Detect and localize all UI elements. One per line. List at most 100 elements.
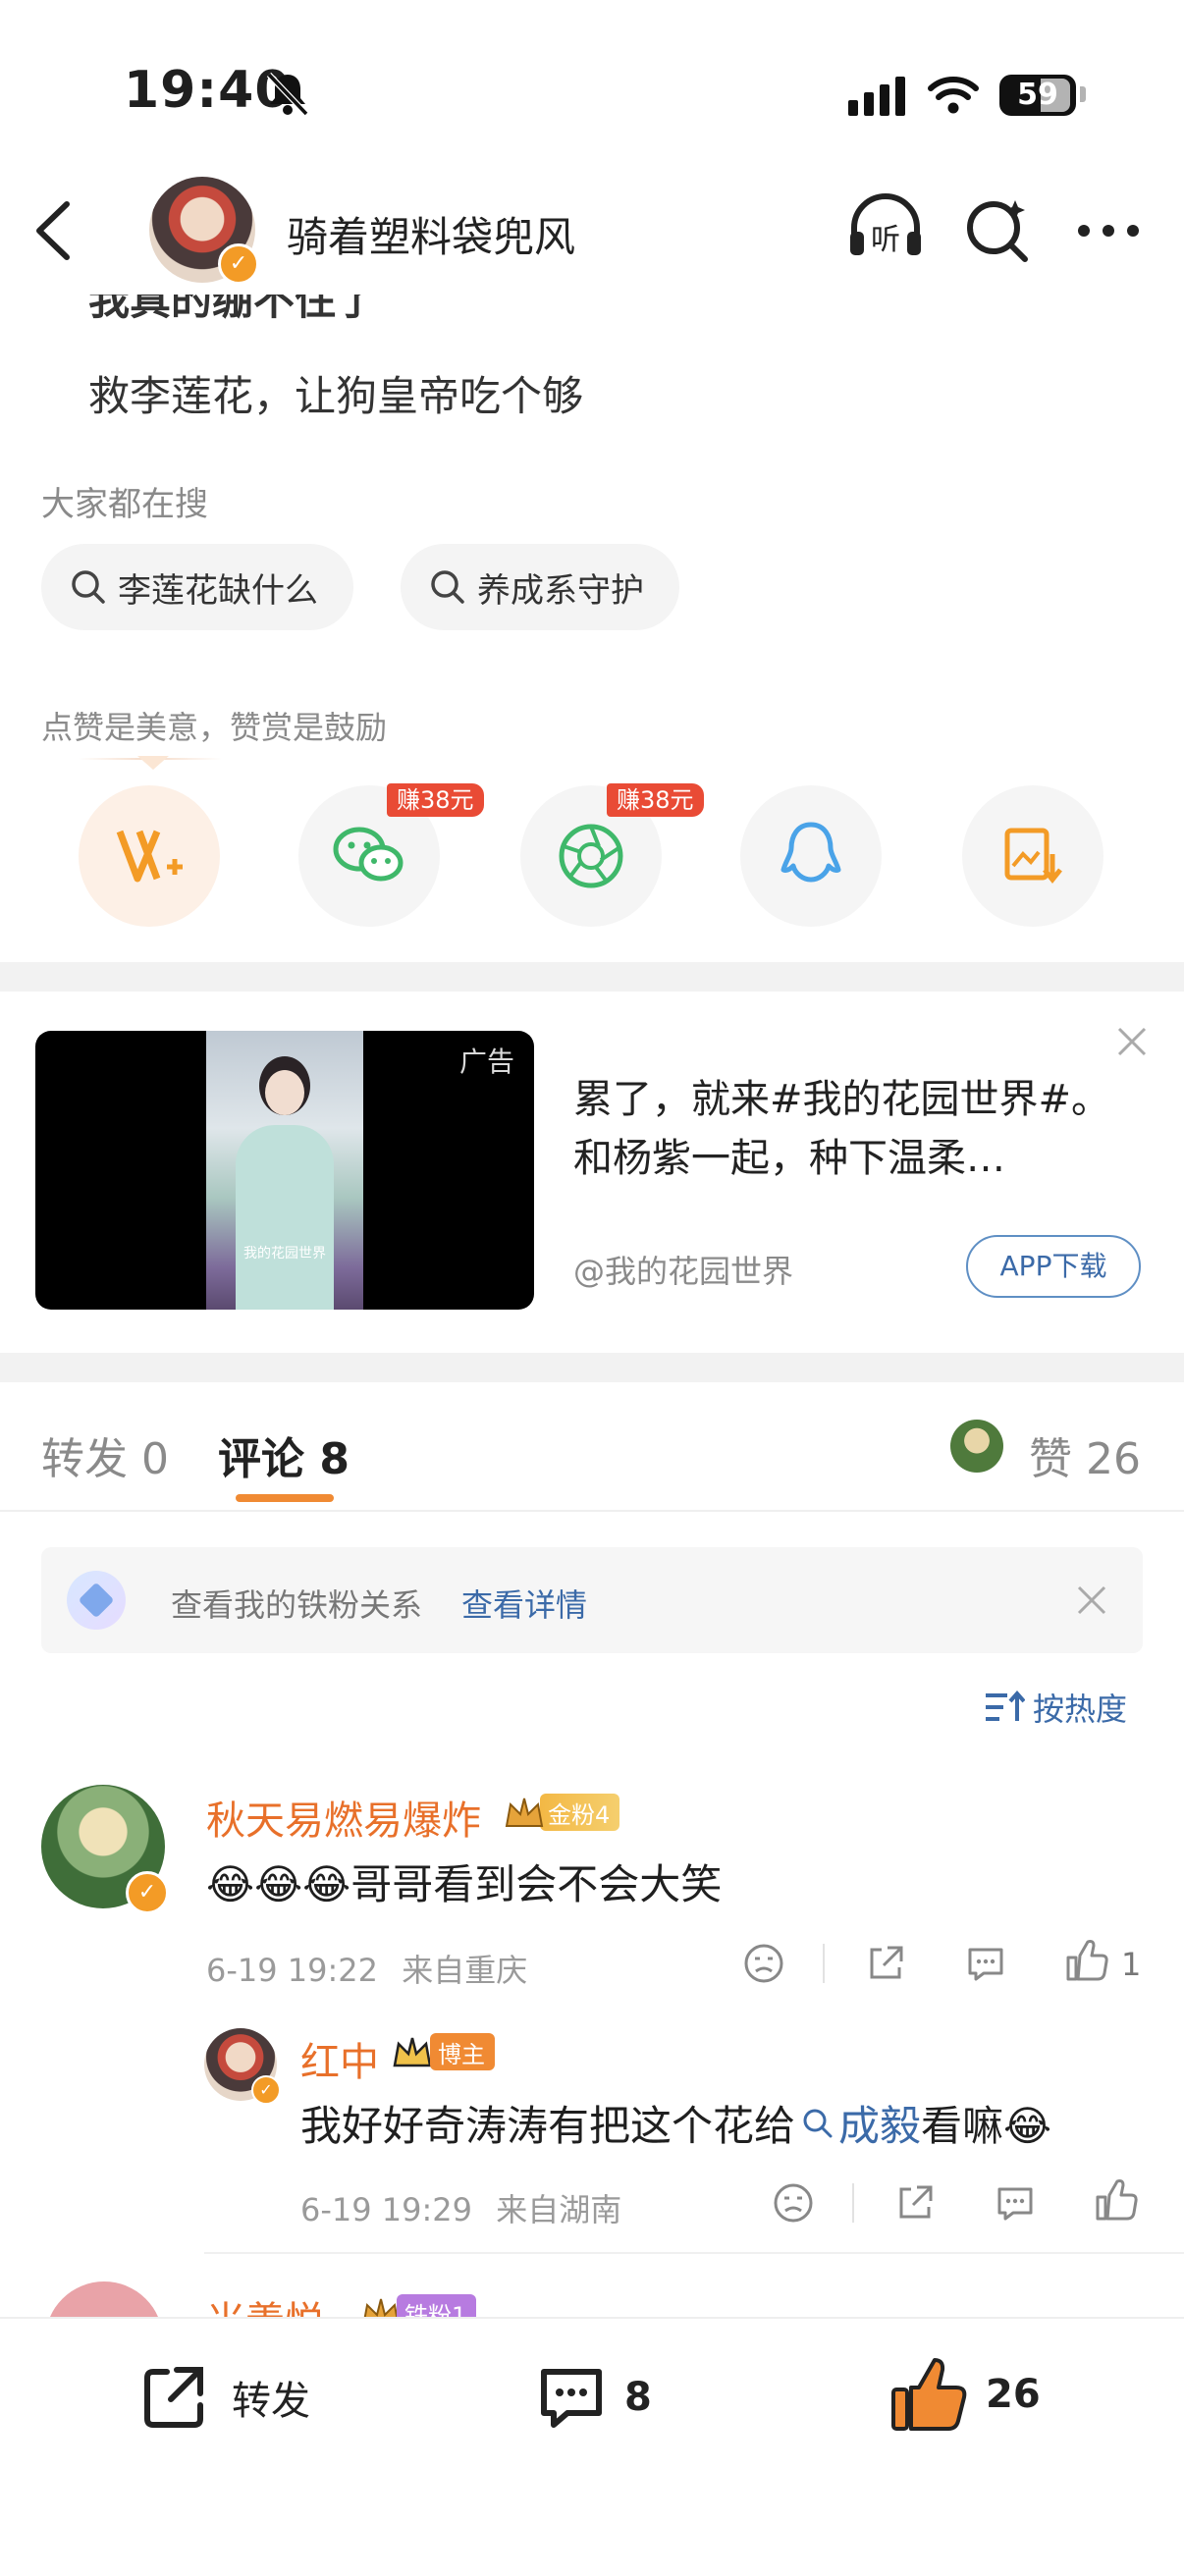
repost-label: 转发 xyxy=(232,2379,310,2424)
comment-author[interactable]: 米羡悦 xyxy=(206,2289,324,2317)
fan-banner-text: 查看我的铁粉关系 xyxy=(171,1586,423,1624)
post-partial-line: 我真的绷不住了 xyxy=(88,295,378,324)
tip-vplus-button[interactable] xyxy=(79,785,220,927)
share-qq-button[interactable] xyxy=(740,785,882,927)
share-icon[interactable] xyxy=(864,1942,907,1985)
cellular-signal-icon xyxy=(848,77,905,116)
dislike-face-icon[interactable] xyxy=(772,2181,815,2225)
liker-avatar[interactable] xyxy=(950,1420,1003,1473)
sort-label: 按热度 xyxy=(1033,1690,1128,1728)
ad-tag: 广告 xyxy=(458,1046,514,1078)
reply-location: 来自湖南 xyxy=(496,2191,622,2228)
tab-repost-label: 转发 xyxy=(41,1434,128,1484)
ad-title[interactable]: 累了，就来#我的花园世界#。和杨紫一起，种下温柔… xyxy=(573,1070,1143,1188)
search-icon xyxy=(72,570,105,604)
search-heading: 大家都在搜 xyxy=(41,485,208,524)
active-tab-indicator xyxy=(236,1494,334,1502)
tabs-divider xyxy=(0,1510,1184,1512)
tab-comments[interactable]: 评论 8 xyxy=(218,1423,350,1486)
sort-by-heat-button[interactable]: 按热度 xyxy=(984,1685,1127,1730)
account-name[interactable]: 骑着塑料袋兜风 xyxy=(287,204,575,264)
reply-time: 6-19 19:29 xyxy=(300,2191,473,2228)
comment-count: 8 xyxy=(624,2375,652,2420)
save-image-icon xyxy=(1004,828,1062,885)
wechat-icon xyxy=(333,827,404,882)
tab-likes-count: 26 xyxy=(1086,1434,1141,1484)
verified-badge-icon: ✓ xyxy=(251,2075,281,2105)
verified-badge-icon: ✓ xyxy=(126,1871,169,1914)
repost-icon xyxy=(144,2367,203,2428)
partial-comment: 米羡悦 铁粉1 xyxy=(0,2258,1184,2317)
repost-button[interactable]: 转发 xyxy=(137,2360,310,2435)
comment-author[interactable]: 秋天易燃易爆炸 xyxy=(206,1789,481,1846)
search-icon[interactable] xyxy=(962,192,1033,263)
comment-text: 😂😂😂哥哥看到会不会大笑 xyxy=(206,1860,723,1908)
vplus-icon xyxy=(116,830,183,883)
diamond-icon xyxy=(67,1571,126,1630)
comment-bubble-icon xyxy=(541,2369,602,2428)
more-options-icon[interactable] xyxy=(1074,216,1143,245)
mention-text: 成毅 xyxy=(838,2102,922,2150)
post-line: 救李莲花，让狗皇帝吃个够 xyxy=(88,372,584,420)
bottom-action-bar: 转发 8 26 xyxy=(0,2317,1184,2576)
svg-text:听: 听 xyxy=(871,223,900,257)
blogger-badge: 博主 xyxy=(391,2032,495,2071)
comment-avatar[interactable] xyxy=(45,2281,163,2317)
search-pill-label: 李莲花缺什么 xyxy=(118,570,318,611)
comment-like-count: 1 xyxy=(1121,1946,1142,1983)
fan-badge-label: 金粉4 xyxy=(540,1794,620,1831)
search-icon xyxy=(431,570,464,604)
mention-link[interactable]: 成毅 xyxy=(795,2093,921,2153)
share-icon[interactable] xyxy=(893,2181,937,2225)
search-pill[interactable]: 养成系守护 xyxy=(401,544,679,630)
listen-headphones-icon[interactable]: 听 xyxy=(846,192,925,261)
reply-meta: 6-19 19:29 来自湖南 xyxy=(300,2185,621,2230)
qq-penguin-icon xyxy=(780,822,841,883)
reply-author[interactable]: 红中 xyxy=(300,2030,379,2087)
verified-badge-icon: ✓ xyxy=(218,243,259,285)
reply-comment-icon[interactable] xyxy=(964,1942,1007,1985)
tab-repost[interactable]: 转发 0 xyxy=(41,1423,169,1486)
fan-level-badge: 铁粉1 xyxy=(359,2293,477,2317)
section-divider xyxy=(0,962,1184,992)
blogger-badge-label: 博主 xyxy=(430,2033,495,2070)
battery-level: 59 xyxy=(1017,78,1058,112)
crown-icon xyxy=(503,1793,546,1832)
fan-relationship-banner[interactable]: 查看我的铁粉关系 查看详情 xyxy=(41,1547,1143,1653)
wifi-icon xyxy=(928,77,979,114)
search-pill[interactable]: 李莲花缺什么 xyxy=(41,544,353,630)
tab-comments-count: 8 xyxy=(319,1434,350,1484)
ad-video-thumbnail[interactable]: 我的花园世界 广告 xyxy=(35,1031,534,1310)
save-image-button[interactable] xyxy=(962,785,1103,927)
like-count: 26 xyxy=(986,2372,1041,2417)
tab-repost-count: 0 xyxy=(141,1434,169,1484)
reply-text-before: 我好好奇涛涛有把这个花给 xyxy=(300,2102,796,2150)
action-divider xyxy=(823,1944,825,1983)
close-icon[interactable] xyxy=(1115,1025,1149,1058)
reply-text: 我好好奇涛涛有把这个花给 成毅 看嘛😂 xyxy=(300,2093,1051,2153)
battery-icon: 59 xyxy=(999,75,1076,116)
action-divider xyxy=(852,2183,854,2223)
tab-likes[interactable]: 赞 26 xyxy=(1029,1423,1141,1486)
comment-button[interactable]: 8 xyxy=(534,2360,652,2435)
ad-source[interactable]: @我的花园世界 xyxy=(573,1247,793,1292)
ad-video-frame xyxy=(206,1031,363,1310)
dislike-face-icon[interactable] xyxy=(742,1942,785,1985)
back-arrow-icon[interactable] xyxy=(29,196,79,265)
fan-banner-link[interactable]: 查看详情 xyxy=(461,1581,587,1626)
thumbs-up-icon[interactable] xyxy=(1094,2177,1139,2223)
reply-comment-icon[interactable] xyxy=(994,2181,1037,2225)
tab-comments-label: 评论 xyxy=(218,1434,304,1484)
reward-pointer xyxy=(137,756,169,770)
thumbs-up-filled-icon xyxy=(891,2358,967,2431)
close-icon[interactable] xyxy=(1076,1584,1107,1616)
section-divider xyxy=(0,1353,1184,1382)
ad-video-caption: 我的花园世界 xyxy=(243,1246,326,1261)
app-download-button[interactable]: APP下载 xyxy=(966,1235,1141,1298)
comment-meta: 6-19 19:22 来自重庆 xyxy=(206,1946,527,1991)
crown-icon xyxy=(391,2032,434,2071)
like-button[interactable]: 26 xyxy=(889,2354,1041,2435)
fan-level-badge: 金粉4 xyxy=(503,1793,620,1832)
thumbs-up-icon[interactable] xyxy=(1064,1938,1109,1983)
search-icon xyxy=(803,2109,833,2137)
